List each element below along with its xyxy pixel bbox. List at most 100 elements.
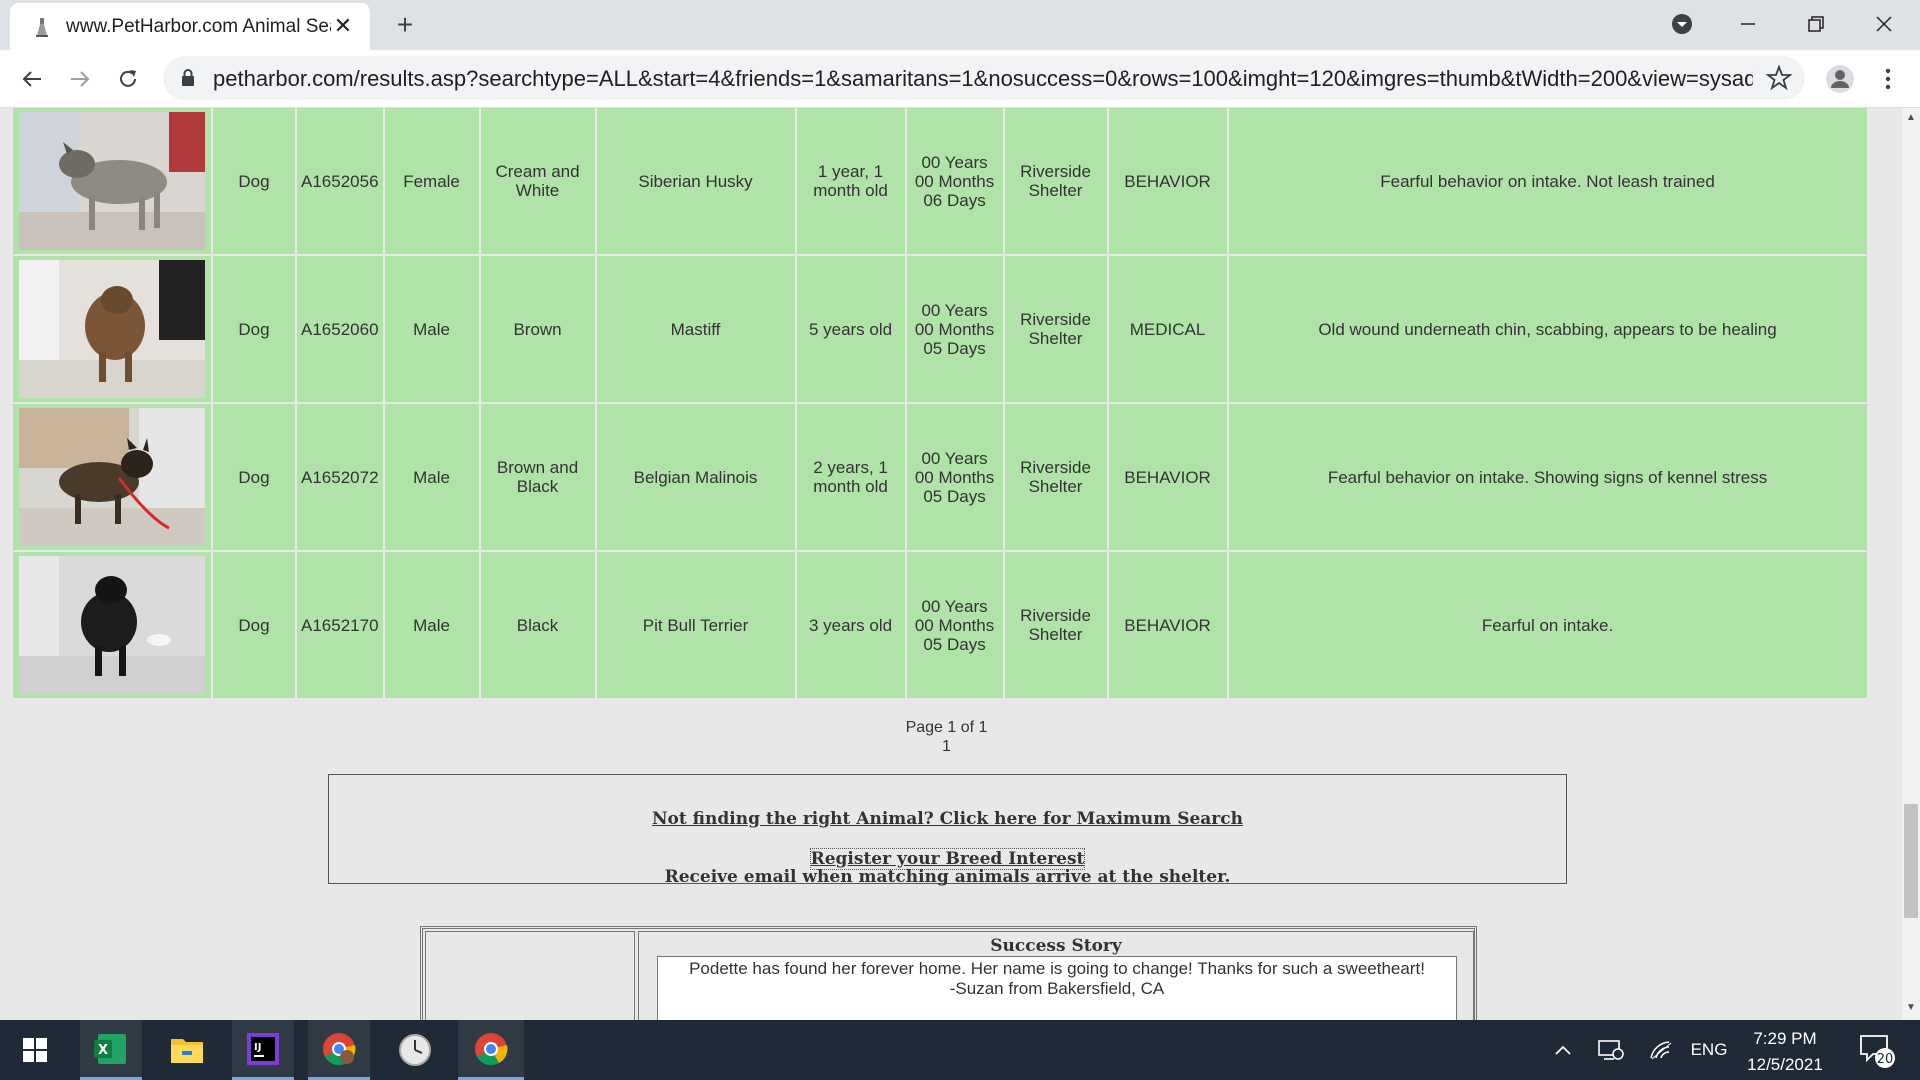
url-text: petharbor.com/results.asp?searchtype=ALL…: [213, 66, 1753, 91]
address-bar[interactable]: petharbor.com/results.asp?searchtype=ALL…: [163, 56, 1805, 100]
tab-close-icon[interactable]: ✕: [330, 13, 356, 39]
story-line-1: Podette has found her forever home. Her …: [689, 959, 1425, 978]
show-hidden-icons-chevron-icon[interactable]: [1548, 1020, 1578, 1080]
cell-animal-id[interactable]: A1652056: [297, 108, 383, 254]
cell-animal-id[interactable]: A1652072: [297, 404, 383, 550]
animal-row: Dog A1652170 Male Black Pit Bull Terrier 3 ye…: [13, 552, 1867, 698]
minimize-icon[interactable]: [1730, 6, 1766, 42]
story-image-cell: [425, 931, 635, 1020]
shelter-text: Riverside Shelter: [1020, 310, 1091, 348]
system-clock[interactable]: 7:29 PM 12/5/2021: [1730, 1026, 1840, 1078]
cell-notes: Fearful on intake.: [1228, 552, 1867, 698]
lock-icon: [182, 69, 194, 86]
language-indicator[interactable]: ENG: [1684, 1020, 1734, 1080]
cell-photo[interactable]: [13, 552, 211, 698]
bookmark-star-icon[interactable]: [1765, 64, 1793, 92]
reload-icon[interactable]: [112, 63, 144, 95]
cell-gender: Male: [384, 552, 479, 698]
menu-dots-icon[interactable]: [1872, 63, 1904, 95]
days-held-part: 05 Days: [923, 486, 986, 506]
profile-avatar-icon[interactable]: [1822, 61, 1858, 97]
browser-tab[interactable]: www.PetHarbor.com Animal Sear ✕: [10, 3, 370, 50]
browser-toolbar: petharbor.com/results.asp?searchtype=ALL…: [0, 50, 1920, 108]
cell-photo[interactable]: [13, 108, 211, 254]
animal-photo[interactable]: [19, 260, 205, 398]
cell-type: Dog: [213, 256, 295, 402]
animal-photo[interactable]: [19, 408, 205, 546]
wifi-icon[interactable]: [1644, 1020, 1678, 1080]
age-text: 2 years, 1 month old: [813, 458, 888, 496]
cell-gender: Female: [384, 108, 479, 254]
animal-photo[interactable]: [19, 556, 205, 694]
cell-animal-id[interactable]: A1652060: [297, 256, 383, 402]
cell-animal-id[interactable]: A1652170: [297, 552, 383, 698]
story-text: Podette has found her forever home. Her …: [657, 956, 1457, 1020]
gender-text: Male: [413, 615, 450, 635]
start-windows-icon[interactable]: [4, 1020, 66, 1080]
device-sync-icon[interactable]: [1594, 1020, 1628, 1080]
cell-notes: Old wound underneath chin, scabbing, app…: [1228, 256, 1867, 402]
cell-photo[interactable]: [13, 256, 211, 402]
chrome-icon[interactable]: [458, 1020, 524, 1080]
story-line-2: -Suzan from Bakersfield, CA: [949, 979, 1165, 998]
cell-notes: Fearful behavior on intake. Not leash tr…: [1228, 108, 1867, 254]
restore-icon[interactable]: [1798, 6, 1834, 42]
story-text-cell: Success Story Podette has found her fore…: [638, 931, 1474, 1020]
cell-color: Cream and White: [480, 108, 595, 254]
cell-color: Brown and Black: [480, 404, 595, 550]
forward-icon[interactable]: [64, 63, 96, 95]
breed-text: Pit Bull Terrier: [642, 615, 749, 635]
days-held-part: 00 Months: [914, 171, 995, 191]
type-text: Dog: [238, 615, 270, 635]
max-search-link[interactable]: Not finding the right Animal? Click here…: [652, 809, 1243, 829]
page-link[interactable]: 1: [0, 737, 1893, 756]
scrollbar-thumb[interactable]: [1904, 804, 1918, 918]
cell-age: 5 years old: [796, 256, 905, 402]
tab-title: www.PetHarbor.com Animal Sear: [66, 16, 331, 37]
animal-row: Dog A1652072 Male Brown and Black Belgian Ma…: [13, 404, 1867, 550]
color-text: Cream and White: [495, 162, 580, 200]
days-held-part: 05 Days: [923, 634, 986, 654]
cell-shelter: Riverside Shelter: [1004, 552, 1107, 698]
scroll-up-icon[interactable]: ▲: [1906, 112, 1916, 123]
days-held-part: 00 Years: [921, 152, 988, 172]
file-explorer-icon[interactable]: [156, 1020, 218, 1080]
clock-app-icon[interactable]: [384, 1020, 446, 1080]
type-text: Dog: [238, 467, 270, 487]
new-tab-icon[interactable]: +: [390, 11, 420, 41]
animal-id-text: A1652056: [301, 171, 379, 191]
breed-interest-subtext: Receive email when matching animals arri…: [664, 867, 1231, 887]
type-text: Dog: [238, 319, 270, 339]
chrome-profile-icon[interactable]: [308, 1020, 370, 1080]
animal-row: Dog A1652060 Male Brown Mastiff 5 years old 00…: [13, 256, 1867, 402]
svg-text:IJ: IJ: [254, 1042, 261, 1053]
breed-text: Mastiff: [670, 319, 721, 339]
excel-icon[interactable]: X: [80, 1020, 142, 1080]
scroll-down-icon[interactable]: ▼: [1906, 1002, 1916, 1013]
tab-search-icon[interactable]: [1664, 6, 1700, 42]
days-held-part: 00 Years: [921, 596, 988, 616]
notes-text: Fearful behavior on intake. Not leash tr…: [1380, 171, 1715, 191]
notes-text: Fearful on intake.: [1481, 615, 1614, 635]
cell-breed: Mastiff: [596, 256, 795, 402]
notes-text: Fearful behavior on intake. Showing sign…: [1327, 467, 1768, 487]
reason-text: BEHAVIOR: [1124, 467, 1211, 487]
cell-photo[interactable]: [13, 404, 211, 550]
animal-row: Dog A1652056 Female Cream and White Siberian…: [13, 108, 1867, 254]
breed-text: Belgian Malinois: [633, 467, 758, 487]
windows-taskbar: X IJ ENG 7:29 PM 12/5/2021 20: [0, 1020, 1920, 1080]
back-icon[interactable]: [16, 63, 48, 95]
animal-photo[interactable]: [19, 112, 205, 250]
intellij-icon[interactable]: IJ: [232, 1020, 294, 1080]
success-story: Success Story Podette has found her fore…: [420, 926, 1477, 1020]
gender-text: Female: [403, 171, 460, 191]
notification-center-icon[interactable]: 20: [1852, 1020, 1902, 1080]
breed-interest-link[interactable]: Register your Breed Interest: [809, 848, 1086, 870]
story-heading: Success Story: [990, 936, 1122, 956]
close-window-icon[interactable]: [1866, 6, 1902, 42]
cell-reason: BEHAVIOR: [1108, 552, 1227, 698]
days-held-part: 00 Months: [914, 467, 995, 487]
vertical-scrollbar[interactable]: ▲ ▼: [1902, 108, 1920, 1020]
shelter-text: Riverside Shelter: [1020, 458, 1091, 496]
page-count: Page 1 of 1: [905, 719, 988, 736]
